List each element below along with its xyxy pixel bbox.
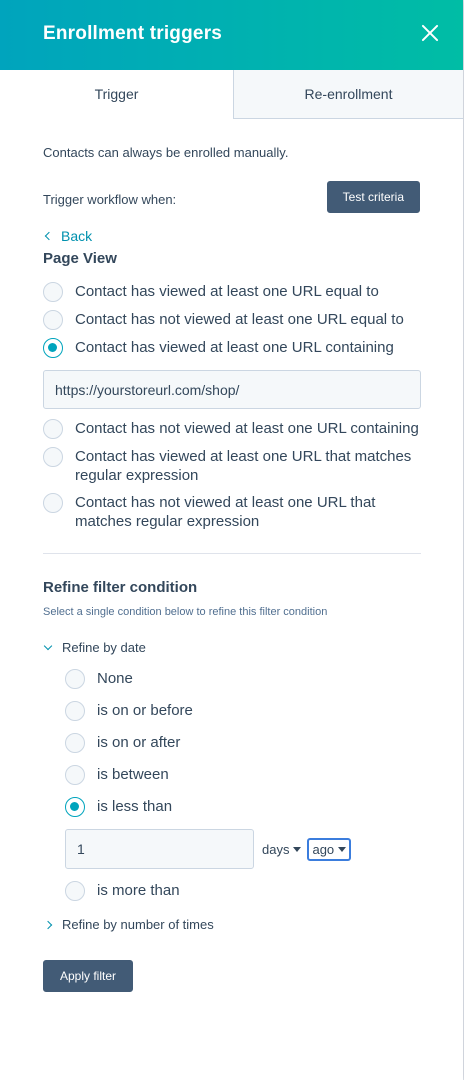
trigger-row: Trigger workflow when: Test criteria [43, 181, 420, 213]
tab-bar: Trigger Re-enrollment [0, 70, 463, 119]
radio-button[interactable] [65, 701, 85, 721]
unit-dropdown[interactable]: days [262, 841, 302, 857]
less-than-number-input[interactable] [65, 829, 254, 869]
option-label: Contact has viewed at least one URL that… [75, 448, 412, 484]
back-link[interactable]: Back [43, 228, 420, 244]
option-label: Contact has viewed at least one URL cont… [75, 339, 394, 356]
url-option-viewed-regex[interactable]: Contact has viewed at least one URL that… [43, 447, 420, 485]
option-label: None [97, 670, 133, 687]
option-label: is on or after [97, 734, 181, 751]
chevron-left-icon [44, 231, 54, 241]
apply-filter-button[interactable]: Apply filter [43, 960, 134, 992]
section-title: Page View [43, 250, 117, 267]
enrollment-triggers-panel: Enrollment triggers Trigger Re-enrollmen… [0, 0, 463, 1080]
date-option-between[interactable]: is between [65, 765, 420, 785]
url-option-not-viewed-equal[interactable]: Contact has not viewed at least one URL … [43, 310, 420, 330]
radio-button[interactable] [43, 282, 63, 302]
option-label: Contact has viewed at least one URL equa… [75, 283, 379, 300]
close-icon[interactable] [419, 22, 441, 44]
url-input[interactable] [43, 370, 421, 409]
trigger-label: Trigger workflow when: [43, 192, 177, 207]
back-label: Back [61, 228, 93, 244]
date-option-on-or-before[interactable]: is on or before [65, 701, 420, 721]
radio-button[interactable] [43, 419, 63, 439]
radio-button[interactable] [65, 733, 85, 753]
panel-header: Enrollment triggers [0, 0, 463, 70]
refine-subtitle: Select a single condition below to refin… [43, 606, 328, 618]
date-option-on-or-after[interactable]: is on or after [65, 733, 420, 753]
tab-trigger[interactable]: Trigger [0, 70, 234, 119]
radio-button[interactable] [43, 310, 63, 330]
refine-by-date-toggle[interactable]: Refine by date [43, 640, 420, 655]
url-option-not-viewed-containing[interactable]: Contact has not viewed at least one URL … [43, 419, 420, 439]
radio-button-selected[interactable] [65, 797, 85, 817]
refine-by-times-label: Refine by number of times [62, 917, 214, 932]
chevron-right-icon [43, 920, 53, 929]
panel-title: Enrollment triggers [43, 23, 223, 44]
radio-button[interactable] [65, 765, 85, 785]
test-criteria-button[interactable]: Test criteria [326, 181, 420, 213]
tab-re-enrollment[interactable]: Re-enrollment [234, 70, 463, 118]
direction-dropdown[interactable]: ago [307, 837, 352, 861]
radio-button[interactable] [43, 493, 63, 513]
option-label: is more than [97, 882, 180, 899]
refine-by-date-label: Refine by date [62, 640, 146, 655]
url-option-viewed-containing[interactable]: Contact has viewed at least one URL cont… [43, 338, 420, 358]
option-label: is less than [97, 798, 173, 815]
radio-button[interactable] [65, 881, 85, 901]
refine-by-times-toggle[interactable]: Refine by number of times [43, 917, 420, 932]
panel-content: Contacts can always be enrolled manually… [0, 145, 463, 992]
direction-value: ago [312, 841, 335, 857]
caret-down-icon [293, 846, 302, 852]
url-condition-list: Contact has viewed at least one URL equa… [43, 282, 421, 531]
radio-button[interactable] [43, 447, 63, 467]
less-than-controls: days ago [65, 829, 420, 869]
date-condition-list: None is on or before is on or after is b… [43, 669, 420, 901]
option-label: Contact has not viewed at least one URL … [75, 311, 404, 328]
url-option-viewed-equal[interactable]: Contact has viewed at least one URL equa… [43, 282, 420, 302]
url-option-not-viewed-regex[interactable]: Contact has not viewed at least one URL … [43, 493, 420, 531]
date-option-more-than[interactable]: is more than [65, 881, 420, 901]
date-option-none[interactable]: None [65, 669, 420, 689]
manual-enroll-note: Contacts can always be enrolled manually… [43, 145, 289, 160]
radio-button[interactable] [65, 669, 85, 689]
chevron-down-icon [43, 641, 53, 650]
radio-button-selected[interactable] [43, 338, 63, 358]
option-label: is between [97, 766, 169, 783]
divider [43, 553, 421, 554]
option-label: Contact has not viewed at least one URL … [75, 420, 419, 437]
caret-down-icon [338, 846, 347, 852]
option-label: Contact has not viewed at least one URL … [75, 494, 376, 530]
unit-value: days [262, 841, 290, 857]
date-option-less-than[interactable]: is less than [65, 797, 420, 817]
refine-title: Refine filter condition [43, 579, 198, 596]
option-label: is on or before [97, 702, 193, 719]
